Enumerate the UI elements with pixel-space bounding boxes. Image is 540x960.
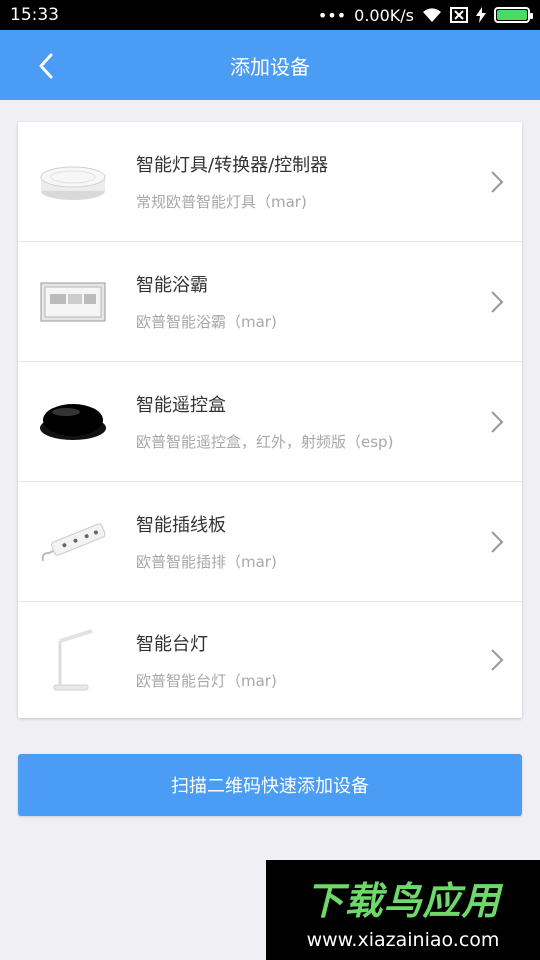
- device-name: 智能浴霸: [136, 275, 208, 296]
- notification-dots: •••: [317, 5, 347, 25]
- status-right: ••• 0.00K/s: [317, 5, 533, 25]
- power-strip-icon: [18, 482, 128, 601]
- app-header: 添加设备: [0, 30, 540, 100]
- device-item-desk-lamp[interactable]: 智能台灯 欧普智能台灯（mar): [18, 602, 522, 718]
- status-time: 15:33: [10, 5, 59, 25]
- device-item-bath-heater[interactable]: 智能浴霸 欧普智能浴霸（mar): [18, 242, 522, 362]
- chevron-right-icon: [472, 170, 522, 194]
- net-speed: 0.00K/s: [354, 5, 414, 25]
- battery-icon: [494, 7, 533, 23]
- ceiling-lamp-icon: [18, 122, 128, 241]
- page-title: 添加设备: [230, 54, 310, 79]
- watermark-title: 下载鸟应用: [305, 878, 501, 923]
- wifi-icon: [422, 7, 442, 23]
- device-name: 智能台灯: [136, 633, 208, 655]
- device-desc: 欧普智能插排（mar): [136, 553, 277, 571]
- chevron-right-icon: [472, 648, 522, 672]
- device-name: 智能遥控盒: [136, 395, 226, 416]
- device-item-ceiling-lamp[interactable]: 智能灯具/转换器/控制器 常规欧普智能灯具（mar): [18, 122, 522, 242]
- bath-heater-icon: [18, 242, 128, 361]
- charging-icon: [476, 7, 486, 23]
- sim-disabled-icon: [450, 7, 468, 23]
- device-name: 智能灯具/转换器/控制器: [136, 155, 329, 176]
- chevron-left-icon: [39, 53, 53, 79]
- device-desc: 欧普智能遥控盒，红外，射频版（esp): [136, 433, 394, 451]
- chevron-right-icon: [472, 410, 522, 434]
- chevron-right-icon: [472, 530, 522, 554]
- device-desc: 欧普智能台灯（mar): [136, 671, 277, 690]
- device-name: 智能插线板: [136, 515, 226, 536]
- device-item-remote-box[interactable]: 智能遥控盒 欧普智能遥控盒，红外，射频版（esp): [18, 362, 522, 482]
- chevron-right-icon: [472, 290, 522, 314]
- device-list: 智能灯具/转换器/控制器 常规欧普智能灯具（mar) 智能浴霸 欧普智能浴霸（m…: [18, 122, 522, 718]
- device-item-power-strip[interactable]: 智能插线板 欧普智能插排（mar): [18, 482, 522, 602]
- back-button[interactable]: [30, 50, 62, 82]
- remote-box-icon: [18, 362, 128, 481]
- device-desc: 常规欧普智能灯具（mar): [136, 193, 307, 211]
- scan-qr-button[interactable]: 扫描二维码快速添加设备: [18, 754, 522, 816]
- status-bar: 15:33 ••• 0.00K/s: [0, 0, 540, 30]
- watermark: 下载鸟应用 www.xiazainiao.com: [266, 860, 540, 960]
- device-desc: 欧普智能浴霸（mar): [136, 313, 277, 331]
- desk-lamp-icon: [18, 602, 128, 718]
- watermark-url: www.xiazainiao.com: [306, 928, 500, 951]
